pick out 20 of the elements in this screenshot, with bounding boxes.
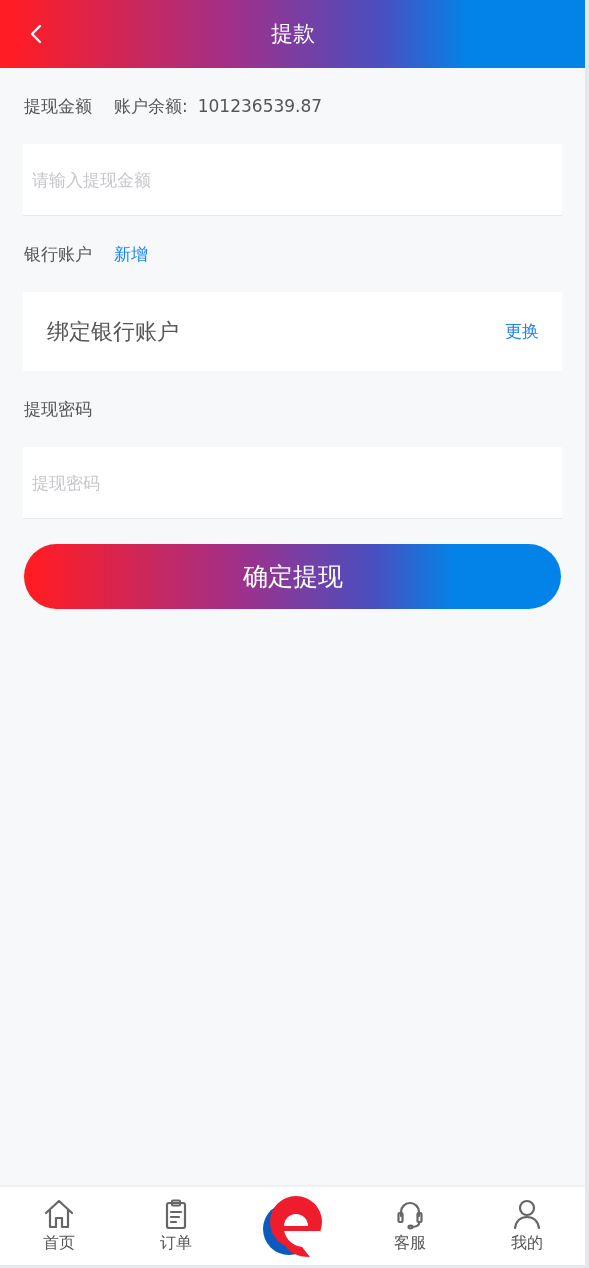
balance-label: 账户余额:: [114, 94, 188, 118]
field-label: 提现密码: [24, 397, 92, 421]
bank-account-text: 绑定银行账户: [47, 317, 179, 346]
amount-field[interactable]: 请输入提现金额: [23, 144, 562, 216]
back-icon[interactable]: [30, 24, 42, 44]
submit-button[interactable]: 确定提现: [24, 544, 561, 609]
tab-item[interactable]: 订单: [117, 1187, 234, 1265]
logo-icon[interactable]: [261, 1195, 324, 1257]
home-icon: [42, 1198, 75, 1230]
field-label: 银行账户: [24, 242, 92, 266]
add-link[interactable]: 新增: [114, 242, 148, 266]
tab-item[interactable]: 我的: [468, 1187, 585, 1265]
bank-account-card[interactable]: 绑定银行账户 更换: [23, 292, 562, 371]
change-link[interactable]: 更换: [505, 320, 539, 343]
tab-item[interactable]: 首页: [0, 1187, 117, 1265]
field-label: 提现金额: [24, 94, 92, 118]
tab-item[interactable]: 客服: [351, 1187, 468, 1265]
page-title: 提款: [270, 20, 315, 48]
password-field[interactable]: 提现密码: [23, 447, 562, 519]
balance-value: 101236539.87: [197, 96, 323, 116]
